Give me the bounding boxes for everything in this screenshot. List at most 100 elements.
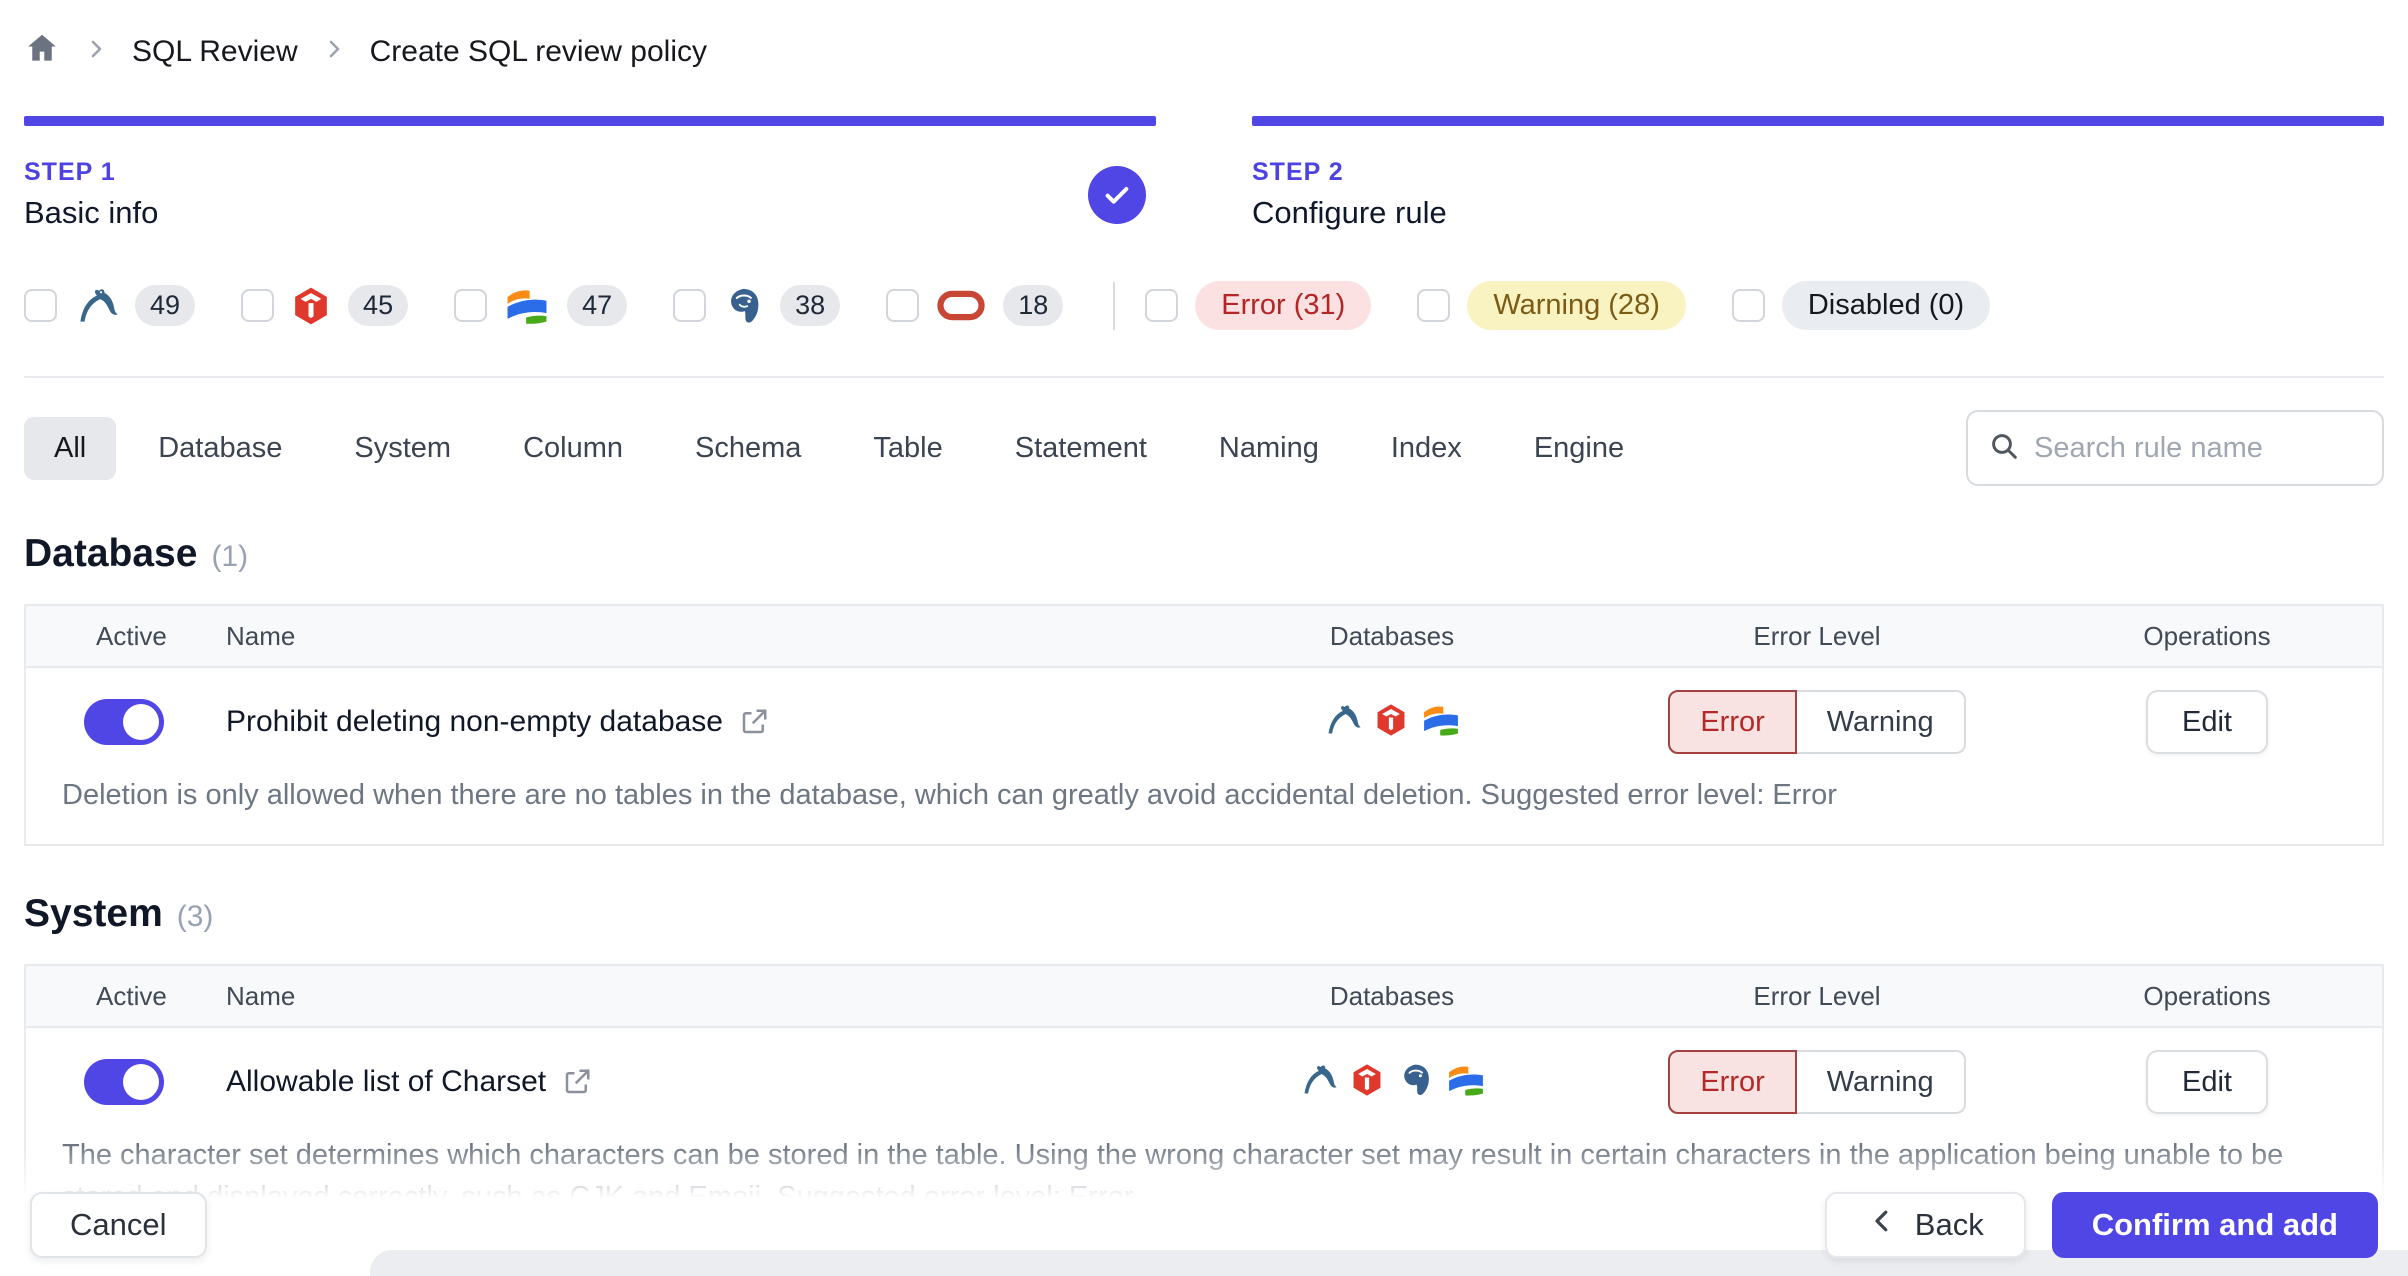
section-title: System (24, 892, 163, 936)
mysql-checkbox[interactable] (24, 289, 57, 322)
error-level-pill: Error (31) (1195, 281, 1372, 330)
tidb-checkbox[interactable] (241, 289, 275, 322)
filter-engine-mysql[interactable]: 49 (24, 284, 196, 328)
confirm-and-add-button[interactable]: Confirm and add (2051, 1192, 2378, 1258)
breadcrumb-sql-review[interactable]: SQL Review (132, 35, 298, 69)
tab-index[interactable]: Index (1361, 417, 1492, 480)
search-box[interactable] (1966, 410, 2384, 486)
home-icon (24, 30, 60, 74)
tab-column[interactable]: Column (493, 417, 653, 480)
step-1-title: Basic info (24, 195, 159, 230)
section-count: (1) (211, 540, 249, 573)
filter-level-warning[interactable]: Warning (28) (1417, 281, 1686, 330)
tidb-icon (1350, 1063, 1384, 1102)
rule-active-toggle[interactable] (84, 1059, 164, 1106)
filter-divider (1113, 281, 1116, 330)
tab-all[interactable]: All (24, 416, 117, 480)
search-icon (1988, 430, 2020, 467)
create-sql-review-policy-page: SQL Review Create SQL review policy STEP… (0, 0, 2408, 1249)
disabled-level-pill: Disabled (0) (1781, 281, 1991, 330)
tab-engine[interactable]: Engine (1504, 417, 1654, 480)
table-row: Allowable list of Charset Error Warning … (26, 1028, 2382, 1120)
column-header-active: Active (96, 980, 167, 1011)
database-rules-table: Active Name Databases Error Level Operat… (24, 604, 2384, 847)
filter-engine-tidb[interactable]: 45 (241, 285, 409, 326)
chevron-left-icon (1867, 1206, 1897, 1244)
section-heading-system: System (3) (24, 892, 2384, 936)
postgresql-icon (723, 286, 763, 326)
filter-level-error[interactable]: Error (31) (1145, 281, 1372, 330)
oceanbase-count-badge: 47 (567, 285, 628, 326)
edit-button[interactable]: Edit (2146, 690, 2268, 754)
filter-engine-oracle[interactable]: 18 (886, 285, 1064, 326)
tab-naming[interactable]: Naming (1189, 417, 1349, 480)
step-2-title: Configure rule (1252, 195, 1447, 230)
filter-bar: 49 45 47 38 18 Error (31) Warning (28) D… (24, 281, 2384, 330)
error-level-option-warning[interactable]: Warning (1796, 690, 1966, 754)
column-header-name: Name (226, 620, 296, 651)
filter-engine-oceanbase[interactable]: 47 (454, 285, 628, 326)
search-input[interactable] (2034, 431, 2362, 465)
column-header-operations: Operations (2143, 620, 2271, 651)
error-level-checkbox[interactable] (1145, 289, 1179, 322)
home-link[interactable] (24, 30, 60, 74)
tab-database[interactable]: Database (128, 417, 312, 480)
rule-description: Deletion is only allowed when there are … (62, 779, 1837, 811)
postgresql-count-badge: 38 (780, 285, 841, 326)
back-button[interactable]: Back (1824, 1192, 2026, 1258)
column-header-active: Active (96, 620, 167, 651)
tab-schema[interactable]: Schema (665, 417, 831, 480)
column-header-databases: Databases (1329, 620, 1455, 651)
filter-engine-postgresql[interactable]: 38 (673, 285, 841, 326)
column-header-operations: Operations (2143, 980, 2271, 1011)
chevron-right-icon (84, 35, 108, 69)
mysql-count-badge: 49 (135, 285, 196, 326)
cancel-button[interactable]: Cancel (30, 1192, 207, 1258)
mysql-icon (1299, 1061, 1337, 1104)
warning-level-checkbox[interactable] (1417, 289, 1451, 322)
table-header: Active Name Databases Error Level Operat… (26, 606, 2382, 668)
external-link-icon[interactable] (739, 707, 769, 737)
tidb-count-badge: 45 (348, 285, 409, 326)
error-level-option-error[interactable]: Error (1668, 1050, 1797, 1115)
disabled-level-checkbox[interactable] (1731, 289, 1765, 322)
filter-level-disabled[interactable]: Disabled (0) (1731, 281, 1991, 330)
oceanbase-icon (504, 286, 550, 326)
step-1-completed-check-icon (1088, 165, 1146, 224)
column-header-databases: Databases (1329, 980, 1455, 1011)
table-row: Prohibit deleting non-empty database Err… (26, 668, 2382, 760)
rule-name: Prohibit deleting non-empty database (226, 705, 723, 738)
footer-action-bar: Cancel Back Confirm and add (0, 1192, 2408, 1258)
section-divider (24, 376, 2384, 378)
oracle-icon (936, 289, 986, 322)
chevron-right-icon (322, 35, 346, 69)
oceanbase-checkbox[interactable] (454, 289, 488, 322)
rule-active-toggle[interactable] (84, 699, 164, 745)
error-level-segmented-control: Error Warning (1668, 1050, 1966, 1115)
section-heading-database: Database (1) (24, 532, 2384, 576)
external-link-icon[interactable] (562, 1067, 592, 1097)
tab-table[interactable]: Table (843, 417, 972, 480)
error-level-segmented-control: Error Warning (1668, 690, 1966, 754)
tab-system[interactable]: System (324, 417, 481, 480)
warning-level-pill: Warning (28) (1467, 281, 1686, 330)
column-header-error-level: Error Level (1753, 620, 1881, 651)
step-2-label: STEP 2 (1252, 158, 1344, 186)
postgresql-checkbox[interactable] (673, 289, 707, 322)
rule-databases (1182, 701, 1602, 744)
stepper: STEP 1 Basic info STEP 2 Configure rule (24, 116, 2384, 231)
error-level-option-warning[interactable]: Warning (1796, 1050, 1966, 1115)
step-1-label: STEP 1 (24, 158, 116, 186)
error-level-option-error[interactable]: Error (1668, 690, 1797, 754)
tab-statement[interactable]: Statement (985, 417, 1177, 480)
tidb-icon (291, 286, 331, 326)
section-title: Database (24, 532, 198, 575)
oceanbase-icon (1421, 703, 1461, 742)
edit-button[interactable]: Edit (2146, 1050, 2268, 1115)
column-header-error-level: Error Level (1753, 980, 1881, 1011)
oceanbase-icon (1446, 1063, 1486, 1102)
breadcrumb-current-page: Create SQL review policy (369, 35, 707, 68)
column-header-name: Name (226, 980, 296, 1011)
rule-name: Allowable list of Charset (226, 1065, 547, 1099)
oracle-checkbox[interactable] (886, 289, 920, 322)
